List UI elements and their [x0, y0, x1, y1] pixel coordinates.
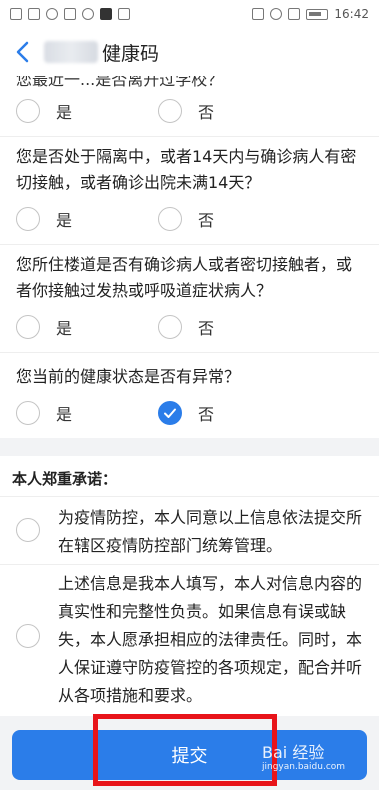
divider [0, 496, 379, 497]
radio-button[interactable] [16, 401, 40, 425]
radio-button[interactable] [158, 315, 183, 339]
question-3-no-option[interactable]: 否 [158, 315, 214, 339]
radio-button[interactable] [16, 315, 40, 339]
divider [0, 136, 379, 137]
radio-button[interactable] [16, 624, 40, 648]
option-label: 否 [198, 103, 215, 122]
calendar-notification-icon [100, 8, 112, 20]
question-2-no-option[interactable]: 否 [158, 207, 214, 231]
promise-item-text: 为疫情防控，本人同意以上信息依法提交所在辖区疫情防控部门统筹管理。 [58, 508, 363, 555]
option-label: 否 [198, 319, 215, 338]
vibrate-icon [288, 8, 301, 20]
status-bar: 16:42 [0, 0, 379, 28]
question-4-yes-option[interactable]: 是 [16, 401, 72, 425]
promise-item-text: 上述信息是我本人填写，本人对信息内容的真实性和完整性负责。如果信息有误或缺失，本… [58, 574, 363, 705]
ai-notification-icon [82, 8, 94, 20]
blurred-school-name [44, 41, 98, 63]
radio-button[interactable] [16, 518, 40, 542]
radio-button[interactable] [16, 99, 40, 123]
promise-item-1[interactable]: 为疫情防控，本人同意以上信息依法提交所在辖区疫情防控部门统筹管理。 [16, 504, 368, 560]
alarm-icon [270, 8, 283, 20]
question-1-yes-option[interactable]: 是 [16, 99, 72, 123]
status-right-icons: 16:42 [252, 7, 369, 21]
question-3-options: 是 否 [16, 312, 214, 342]
radio-button-checked[interactable] [158, 401, 183, 425]
question-3-text: 您所住楼道是否有确诊病人或者密切接触者，或者你接触过发热或呼吸道症状病人？ [16, 255, 353, 300]
status-time: 16:42 [334, 7, 369, 21]
form-content[interactable]: 您最近一...是否离开过学校？ 是 否 您是否处于隔离中，或者14天内与确诊病人… [0, 76, 379, 726]
option-label: 是 [56, 405, 73, 424]
page-title: 健康码 [102, 42, 160, 65]
wifi-icon [64, 8, 76, 20]
question-2-text: 您是否处于隔离中，或者14天内与确诊病人有密切接触，或者确诊出院未满14天？ [16, 147, 357, 192]
radio-button[interactable] [158, 99, 183, 123]
message-notification-icon [46, 8, 58, 20]
back-button[interactable] [0, 28, 44, 76]
question-2-options: 是 否 [16, 204, 214, 234]
watermark-url: jingyan.baidu.com [262, 762, 346, 772]
option-label: 是 [56, 319, 73, 338]
radio-button[interactable] [16, 207, 40, 231]
watermark-brand: Bai 经验 [262, 743, 325, 762]
question-3-yes-option[interactable]: 是 [16, 315, 72, 339]
question-1-text: 您最近一...是否离开过学校？ [16, 76, 224, 89]
question-4-options: 是 否 [16, 398, 214, 428]
app-notification-icon [10, 8, 22, 20]
question-1-no-option[interactable]: 否 [158, 99, 214, 123]
question-4-no-option[interactable]: 否 [158, 401, 214, 425]
promise-title: 本人郑重承诺： [12, 470, 118, 488]
question-2-yes-option[interactable]: 是 [16, 207, 72, 231]
chevron-left-icon [16, 41, 29, 63]
divider [0, 352, 379, 353]
checkmark-icon [164, 408, 177, 418]
option-label: 是 [56, 211, 73, 230]
image-notification-icon [28, 8, 40, 20]
baidu-watermark: Bai 经验 jingyan.baidu.com [262, 743, 346, 774]
nfc-icon [252, 8, 265, 20]
status-left-icons [10, 8, 130, 20]
question-4-text: 您当前的健康状态是否有异常？ [16, 367, 241, 386]
section-separator [0, 438, 379, 456]
divider [0, 244, 379, 245]
usb-icon [118, 8, 130, 20]
app-header: 健康码 [0, 28, 379, 76]
promise-item-2[interactable]: 上述信息是我本人填写，本人对信息内容的真实性和完整性负责。如果信息有误或缺失，本… [16, 570, 368, 710]
option-label: 是 [56, 103, 73, 122]
question-1-options: 是 否 [16, 96, 214, 126]
radio-button[interactable] [158, 207, 183, 231]
option-label: 否 [198, 211, 215, 230]
divider [0, 564, 379, 565]
battery-icon [306, 8, 329, 20]
option-label: 否 [198, 405, 215, 424]
